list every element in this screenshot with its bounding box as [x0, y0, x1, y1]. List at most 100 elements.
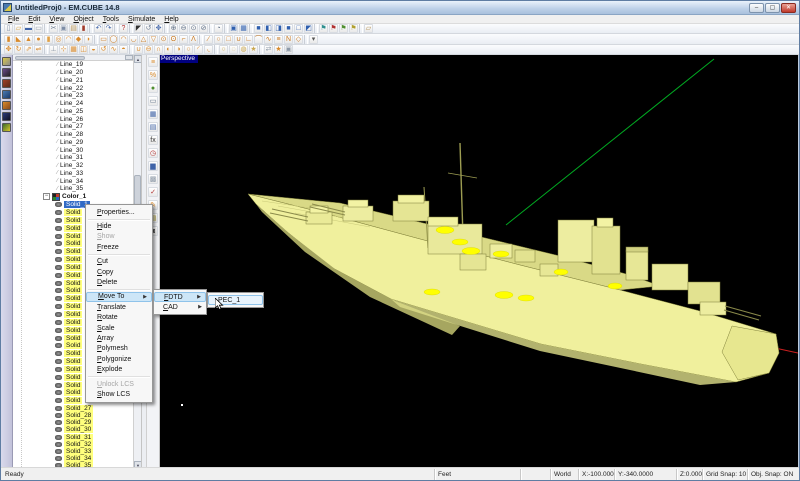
select-cursor-icon[interactable]: ◤	[134, 24, 143, 33]
material-icon[interactable]: ●	[148, 83, 158, 93]
wedge-solid-icon[interactable]: ◣	[14, 35, 23, 44]
cut-icon[interactable]: ✂	[49, 24, 58, 33]
flag-teal-icon[interactable]: ⚑	[319, 24, 328, 33]
image-icon[interactable]: ▩	[148, 174, 158, 184]
funnel-surface-icon[interactable]: ▽	[149, 35, 158, 44]
loft-icon[interactable]: ◒	[89, 45, 98, 54]
module-icon-5[interactable]	[2, 101, 11, 110]
view-front-icon[interactable]: □	[294, 24, 303, 33]
tree-item-line[interactable]: ∕ Line_30	[13, 146, 134, 154]
module-icon-3[interactable]	[2, 79, 11, 88]
chart-icon[interactable]: ▆	[148, 161, 158, 171]
context-menu-item[interactable]: Hide	[86, 221, 152, 231]
menu-item[interactable]: Help	[160, 16, 182, 23]
cone-solid-icon[interactable]: ▲	[24, 35, 33, 44]
spline-icon[interactable]: ∿	[264, 35, 273, 44]
functions-icon[interactable]: fx	[148, 135, 158, 145]
extrude-icon[interactable]: ◫	[79, 45, 88, 54]
scroll-up-icon[interactable]: ▲	[134, 55, 142, 63]
minimize-button[interactable]: –	[749, 3, 764, 13]
bend-icon[interactable]: ⌐	[179, 35, 188, 44]
menu-item[interactable]: Edit	[24, 16, 44, 23]
ruler-icon[interactable]: ◍	[239, 45, 248, 54]
tree-item-solid[interactable]: Solid_31	[13, 433, 134, 440]
tree-item-line[interactable]: ∕ Line_27	[13, 123, 134, 131]
tree-item-line[interactable]: ∕ Line_34	[13, 177, 134, 185]
tree-item-line[interactable]: ∕ Line_25	[13, 108, 134, 116]
ellipse-surface-icon[interactable]: ◡	[129, 35, 138, 44]
tree-item-line[interactable]: ∕ Line_23	[13, 92, 134, 100]
dome-surface-icon[interactable]: ◠	[119, 35, 128, 44]
fillet-icon[interactable]: ◜	[194, 45, 203, 54]
tree-item-solid[interactable]: Solid_30	[13, 426, 134, 433]
array-icon[interactable]: ▦	[69, 45, 78, 54]
boolean-subtract-icon[interactable]: ⊖	[144, 45, 153, 54]
twist-icon[interactable]: ◓	[119, 45, 128, 54]
rect-curve-icon[interactable]: □	[224, 35, 233, 44]
menu-item[interactable]: View	[45, 16, 68, 23]
view-right-icon[interactable]: ■	[284, 24, 293, 33]
copy-icon[interactable]: ▣	[59, 24, 68, 33]
sphere-solid-icon[interactable]: ●	[34, 35, 43, 44]
maximize-button[interactable]: ▢	[765, 3, 780, 13]
l-curve-icon[interactable]: ∟	[244, 35, 253, 44]
collapse-icon[interactable]: −	[43, 193, 50, 200]
measure-distance-icon[interactable]: ○	[219, 45, 228, 54]
sweep-icon[interactable]: ∿	[109, 45, 118, 54]
menu-item[interactable]: Tools	[99, 16, 123, 23]
revolve-icon[interactable]: ↺	[99, 45, 108, 54]
tree-item-solid[interactable]: Solid_29	[13, 419, 134, 426]
tree-item-color-group[interactable]: − Color_1	[13, 193, 134, 201]
tree-item-solid[interactable]: Solid_33	[13, 448, 134, 455]
zoom-in-icon[interactable]: ⊕	[169, 24, 178, 33]
tree-item-solid[interactable]: Solid_34	[13, 455, 134, 462]
print-icon[interactable]: ▭	[34, 24, 43, 33]
new-file-icon[interactable]: ▯	[4, 24, 13, 33]
chamfer-icon[interactable]: ◟	[204, 45, 213, 54]
context-menu-item[interactable]: Move To ▶	[86, 292, 152, 302]
tree-item-line[interactable]: ∕ Line_31	[13, 154, 134, 162]
zoom-window-icon[interactable]: ⊙	[189, 24, 198, 33]
spiral-icon[interactable]: ʘ	[169, 35, 178, 44]
close-button[interactable]: ✕	[781, 3, 796, 13]
delete-icon[interactable]: ▮	[79, 24, 88, 33]
module-icon-7[interactable]	[2, 123, 11, 132]
context-menu-item[interactable]: Polygonize	[86, 354, 152, 364]
torus-solid-icon[interactable]: ◎	[54, 35, 63, 44]
tree-item-line[interactable]: ∕ Line_28	[13, 131, 134, 139]
table-icon[interactable]: ▦	[148, 109, 158, 119]
toolbar-overflow-icon[interactable]: ▾	[309, 35, 318, 44]
plotter-icon[interactable]: ▭	[148, 96, 158, 106]
view-left-icon[interactable]: ◨	[274, 24, 283, 33]
u-curve-icon[interactable]: ∪	[234, 35, 243, 44]
tree-item-line[interactable]: ∕ Line_20	[13, 69, 134, 77]
tree-item-line[interactable]: ∕ Line_26	[13, 115, 134, 123]
tree-item-line[interactable]: ∕ Line_33	[13, 170, 134, 178]
star-icon[interactable]: ★	[249, 45, 258, 54]
tree-item-line[interactable]: ∕ Line_29	[13, 139, 134, 147]
viewport-single-icon[interactable]: ▣	[229, 24, 238, 33]
rotate-object-icon[interactable]: ↻	[14, 45, 23, 54]
slice-icon[interactable]: ◐	[164, 45, 173, 54]
context-menu-item[interactable]: Cut	[86, 257, 152, 267]
flag-yellow-icon[interactable]: ⚑	[349, 24, 358, 33]
context-menu-item[interactable]: Polymesh	[86, 344, 152, 354]
tree-item-line[interactable]: ∕ Line_32	[13, 162, 134, 170]
pyramid-solid-icon[interactable]: ◆	[74, 35, 83, 44]
boolean-union-icon[interactable]: ∪	[134, 45, 143, 54]
rect-surface-icon[interactable]: ▭	[99, 35, 108, 44]
module-icon-6[interactable]	[2, 112, 11, 121]
grid-icon[interactable]: ▤	[148, 122, 158, 132]
flag-red-icon[interactable]: ⚑	[329, 24, 338, 33]
tree-item-solid[interactable]: Solid_27	[13, 405, 134, 412]
grid-curve-icon[interactable]: ≡	[274, 35, 283, 44]
pan-icon[interactable]: ✥	[154, 24, 163, 33]
history-icon[interactable]: ◷	[148, 148, 158, 158]
submenu-item[interactable]: CAD ▶	[154, 302, 206, 312]
measure-angle-icon[interactable]: ◌	[229, 45, 238, 54]
context-menu-item[interactable]: Show	[86, 232, 152, 242]
boolean-intersect-icon[interactable]: ∩	[154, 45, 163, 54]
context-menu-item[interactable]: Show LCS	[86, 389, 152, 399]
tree-item-line[interactable]: ∕ Line_19	[13, 61, 134, 69]
snap-icon[interactable]: ⊹	[59, 45, 68, 54]
